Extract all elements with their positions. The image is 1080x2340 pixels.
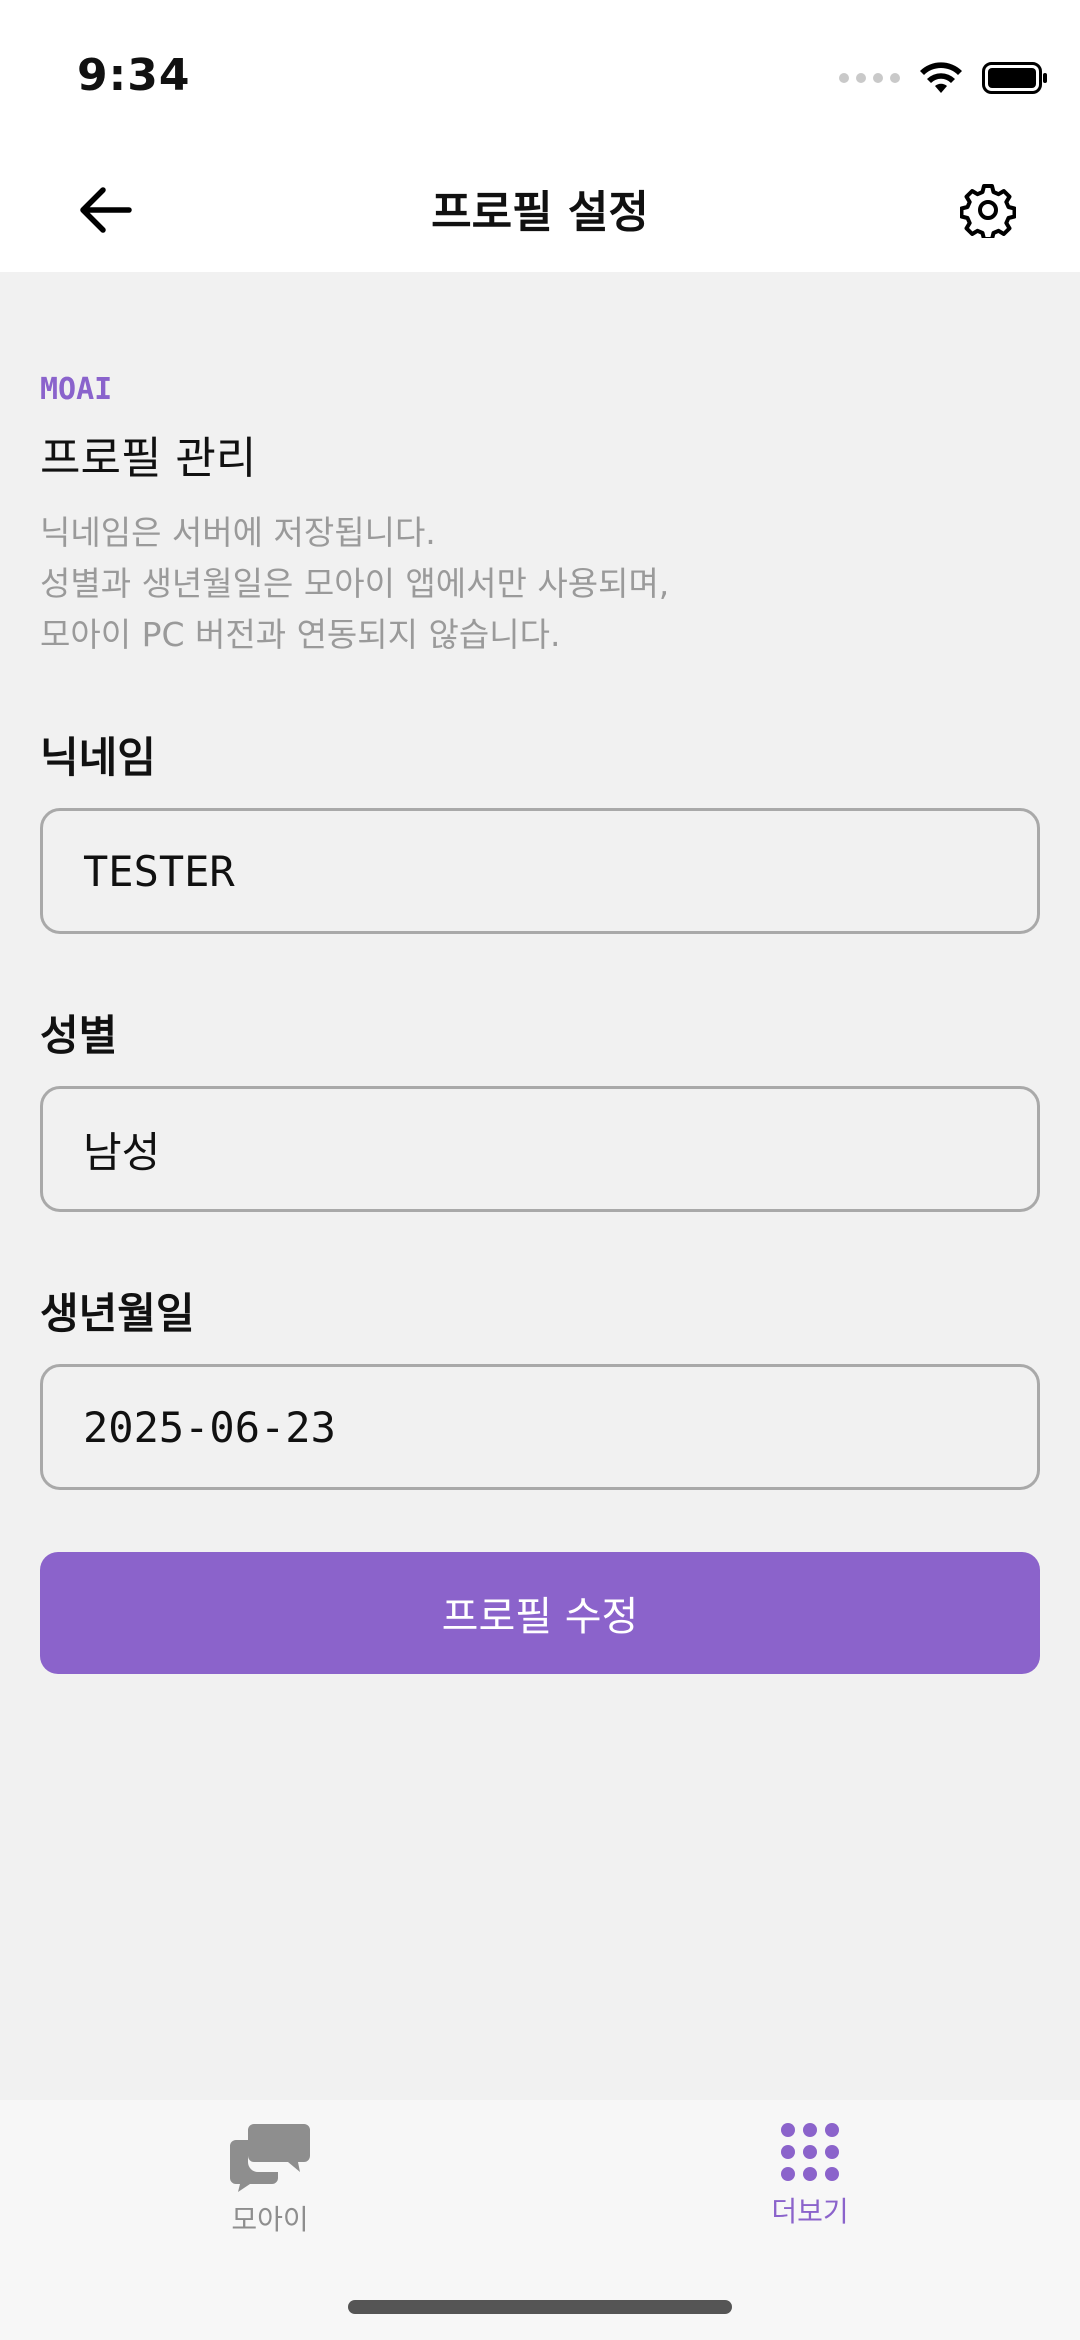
gender-value: 남성: [83, 1127, 161, 1177]
description-line: 닉네임은 서버에 저장됩니다.: [40, 513, 436, 552]
birthdate-value: 2025-06-23: [83, 1402, 336, 1452]
profile-description: 닉네임은 서버에 저장됩니다. 성별과 생년월일은 모아이 앱에서만 사용되며,…: [40, 507, 669, 660]
header: 프로필 설정: [0, 150, 1080, 272]
status-bar: 9:34: [0, 0, 1080, 150]
chat-bubbles-icon: [230, 2124, 310, 2192]
home-indicator[interactable]: [348, 2300, 732, 2314]
section-title: 프로필 관리: [40, 433, 257, 484]
battery-icon: [982, 62, 1047, 94]
description-line: 성별과 생년월일은 모아이 앱에서만 사용되며,: [40, 564, 670, 603]
gender-select[interactable]: 남성: [40, 1086, 1040, 1212]
tab-moai[interactable]: 모아이: [140, 2120, 400, 2238]
birthdate-input[interactable]: 2025-06-23: [40, 1364, 1040, 1490]
nickname-label: 닉네임: [40, 733, 156, 782]
tab-label: 더보기: [771, 2195, 849, 2228]
wifi-icon: [920, 62, 962, 93]
settings-button[interactable]: [948, 170, 1028, 250]
nickname-value: TESTER: [83, 846, 235, 896]
nickname-input[interactable]: TESTER: [40, 808, 1040, 934]
brand-label: MOAI: [40, 372, 113, 407]
tab-label: 모아이: [231, 2203, 309, 2236]
page-title: 프로필 설정: [431, 187, 649, 238]
edit-profile-button[interactable]: 프로필 수정: [40, 1552, 1040, 1674]
grid-dots-icon: [781, 2123, 839, 2181]
tab-more[interactable]: 더보기: [680, 2120, 940, 2230]
birthdate-label: 생년월일: [40, 1289, 195, 1338]
gender-label: 성별: [40, 1011, 118, 1060]
status-icons: [839, 58, 1048, 98]
description-line: 모아이 PC 버전과 연동되지 않습니다.: [40, 615, 561, 654]
gear-icon: [960, 184, 1016, 238]
cellular-signal-icon: [839, 73, 900, 83]
status-time: 9:34: [77, 50, 191, 101]
